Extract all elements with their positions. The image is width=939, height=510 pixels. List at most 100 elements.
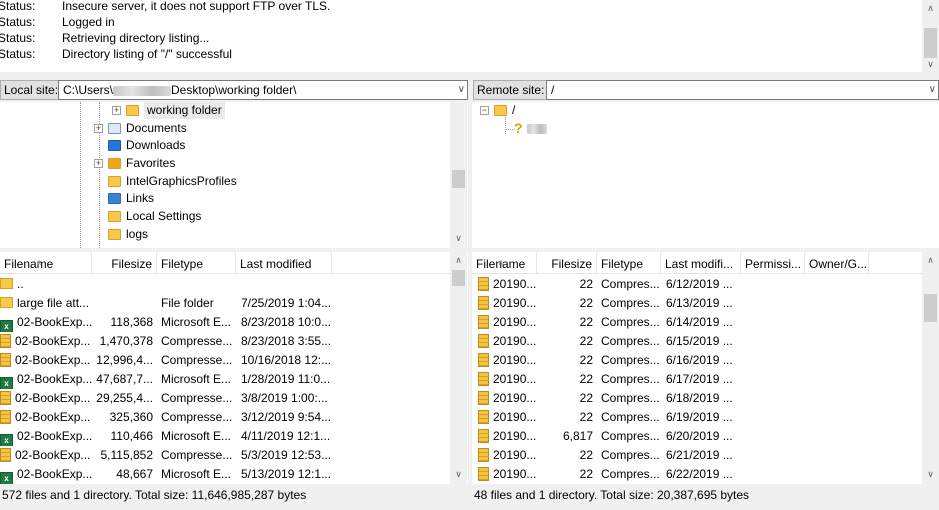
- scroll-thumb[interactable]: [452, 270, 465, 286]
- folder-icon: [0, 278, 13, 289]
- name-text: 20190...: [493, 467, 537, 481]
- type-text: Compres...: [601, 277, 660, 291]
- scroll-up-icon[interactable]: ∧: [922, 0, 939, 16]
- type-text: File folder: [161, 296, 214, 310]
- tree-item-logs[interactable]: logs: [108, 226, 148, 243]
- table-row[interactable]: 20190... 22 Compres... 6/22/2019 ...: [472, 465, 922, 484]
- table-row[interactable]: ..: [0, 275, 450, 294]
- scroll-thumb[interactable]: [452, 170, 465, 188]
- cell-size: 22: [538, 465, 593, 484]
- cell-type: Compresse...: [161, 389, 236, 408]
- log-text: Directory listing of "/" successful: [62, 47, 232, 61]
- expand-icon[interactable]: +: [94, 159, 103, 168]
- table-row[interactable]: 02-BookExp... 29,255,4... Compresse... 3/8/…: [0, 389, 450, 408]
- table-row[interactable]: x 02-BookExp... 118,368 Microsoft E... 8/23/…: [0, 313, 450, 332]
- local-path-prefix: C:\Users\: [63, 83, 114, 97]
- table-row[interactable]: 20190... 22 Compres... 6/19/2019 ...: [472, 408, 922, 427]
- scroll-thumb[interactable]: [924, 294, 937, 322]
- local-tree-scrollbar[interactable]: ∨: [450, 102, 467, 248]
- table-row[interactable]: 02-BookExp... 325,360 Compresse... 3/12/201…: [0, 408, 450, 427]
- scroll-down-icon[interactable]: ∨: [922, 56, 939, 72]
- cell-size: [92, 294, 153, 313]
- local-directory-tree[interactable]: + working folder + Documents Downloads +…: [0, 102, 468, 248]
- scroll-down-icon[interactable]: ∨: [450, 230, 467, 246]
- table-row[interactable]: 20190... 6,817 Compres... 6/20/2019 ...: [472, 427, 922, 446]
- tree-item-intelgraphicsprofiles[interactable]: IntelGraphicsProfiles: [108, 173, 237, 190]
- table-row[interactable]: x 02-BookExp... 47,687,7... Microsoft E... 1…: [0, 370, 450, 389]
- column-header-filetype[interactable]: Filetype: [157, 252, 236, 274]
- scroll-up-icon[interactable]: ∧: [922, 252, 939, 268]
- name-text: 02-BookExp...: [17, 467, 92, 481]
- local-site-path-input[interactable]: C:\Users\ Desktop\working folder\ ∨: [58, 80, 468, 100]
- local-file-list[interactable]: ∧ Filename Filesize Filetype Last modifie…: [0, 252, 468, 484]
- column-header-filename[interactable]: ∧ Filename: [472, 252, 537, 274]
- tree-item-root[interactable]: − /: [480, 102, 515, 119]
- column-header-filesize[interactable]: Filesize: [92, 252, 157, 274]
- table-row[interactable]: 20190... 22 Compres... 6/17/2019 ...: [472, 370, 922, 389]
- name-text: 20190...: [493, 391, 537, 405]
- collapse-icon[interactable]: −: [480, 106, 489, 115]
- table-row[interactable]: 20190... 22 Compres... 6/18/2019 ...: [472, 389, 922, 408]
- column-header-filetype[interactable]: Filetype: [597, 252, 661, 274]
- message-log[interactable]: Status: Insecure server, it does not sup…: [0, 0, 939, 72]
- chevron-down-icon[interactable]: ∨: [458, 81, 465, 99]
- column-header-last-modified[interactable]: Last modified: [236, 252, 332, 274]
- tree-item-favorites[interactable]: + Favorites: [94, 155, 175, 172]
- tree-item-unknown[interactable]: ?: [514, 120, 547, 137]
- cell-size: 22: [538, 313, 593, 332]
- local-list-scrollbar[interactable]: ∧ ∨: [450, 252, 467, 484]
- table-row[interactable]: 02-BookExp... 12,996,4... Compresse... 10/1…: [0, 351, 450, 370]
- zip-file-icon: [0, 334, 11, 348]
- tree-item-downloads[interactable]: Downloads: [108, 137, 185, 154]
- cell-type: Compres...: [601, 465, 661, 484]
- tree-item-links[interactable]: Links: [108, 190, 154, 207]
- column-header-last-modified[interactable]: Last modifi...: [661, 252, 741, 274]
- cell-size: [92, 275, 153, 294]
- scroll-up-icon[interactable]: ∧: [450, 252, 467, 268]
- remote-list-header: ∧ Filename Filesize Filetype Last modifi.…: [472, 252, 922, 274]
- remote-file-list[interactable]: ∧ Filename Filesize Filetype Last modifi.…: [472, 252, 939, 484]
- scroll-down-icon[interactable]: ∨: [450, 466, 467, 482]
- column-header-filename[interactable]: ∧ Filename: [0, 252, 92, 274]
- name-text: 20190...: [493, 296, 537, 310]
- column-header-owner-group[interactable]: Owner/G...: [805, 252, 869, 274]
- table-row[interactable]: x 02-BookExp... 110,466 Microsoft E... 4/11/…: [0, 427, 450, 446]
- cell-type: Compresse...: [161, 351, 236, 370]
- scroll-thumb[interactable]: [924, 28, 937, 58]
- modified-text: 3/12/2019 9:54...: [241, 410, 332, 424]
- scroll-down-icon[interactable]: ∨: [922, 466, 939, 482]
- table-row[interactable]: 20190... 22 Compres... 6/14/2019 ...: [472, 313, 922, 332]
- tree-item-documents[interactable]: + Documents: [94, 120, 187, 137]
- size-text: 22: [579, 315, 593, 329]
- tree-item-working-folder[interactable]: + working folder: [112, 102, 225, 119]
- expand-icon[interactable]: +: [94, 124, 103, 133]
- cell-name: x 02-BookExp...: [0, 313, 92, 332]
- column-header-permissions[interactable]: Permissi...: [741, 252, 805, 274]
- remote-directory-tree[interactable]: − / ?: [472, 102, 939, 248]
- cell-size: 1,470,378: [92, 332, 153, 351]
- table-row[interactable]: 20190... 22 Compres... 6/16/2019 ...: [472, 351, 922, 370]
- log-text: Logged in: [62, 15, 115, 29]
- remote-site-path-input[interactable]: / ∨: [546, 80, 939, 100]
- log-scrollbar[interactable]: ∧ ∨: [922, 0, 939, 72]
- zip-file-icon: [478, 296, 489, 310]
- size-text: 48,667: [116, 467, 153, 481]
- table-row[interactable]: x 02-BookExp... 48,667 Microsoft E... 5/13/2…: [0, 465, 450, 484]
- table-row[interactable]: large file att... File folder 7/25/2019 1:…: [0, 294, 450, 313]
- tree-item-local-settings[interactable]: Local Settings: [108, 208, 201, 225]
- zip-file-icon: [478, 353, 489, 367]
- chevron-down-icon[interactable]: ∨: [929, 81, 936, 99]
- cell-modified: 8/23/2018 10:0...: [241, 313, 332, 332]
- table-row[interactable]: 20190... 22 Compres... 6/12/2019 ...: [472, 275, 922, 294]
- table-row[interactable]: 20190... 22 Compres... 6/13/2019 ...: [472, 294, 922, 313]
- table-row[interactable]: 20190... 22 Compres... 6/21/2019 ...: [472, 446, 922, 465]
- table-row[interactable]: 02-BookExp... 5,115,852 Compresse... 5/3/20…: [0, 446, 450, 465]
- expand-icon[interactable]: +: [112, 106, 121, 115]
- table-row[interactable]: 02-BookExp... 1,470,378 Compresse... 8/23/2…: [0, 332, 450, 351]
- table-row[interactable]: 20190... 22 Compres... 6/15/2019 ...: [472, 332, 922, 351]
- column-header-filesize[interactable]: Filesize: [537, 252, 597, 274]
- cell-type: Compresse...: [161, 408, 236, 427]
- cell-name: 20190...: [478, 275, 538, 294]
- remote-list-scrollbar[interactable]: ∧ ∨: [922, 252, 939, 484]
- type-text: Compresse...: [161, 410, 233, 424]
